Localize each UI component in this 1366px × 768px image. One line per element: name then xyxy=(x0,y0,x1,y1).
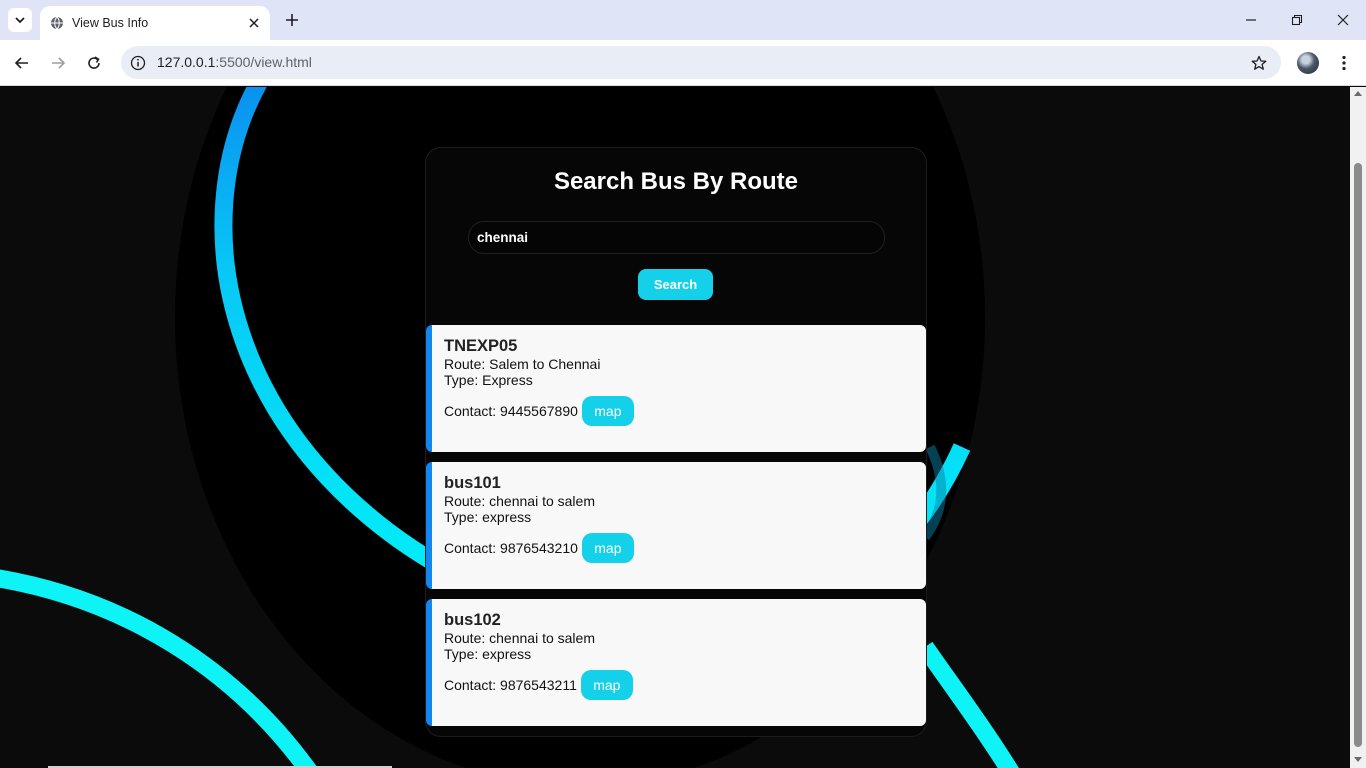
map-button[interactable]: map xyxy=(580,670,633,700)
browser-tab-active[interactable]: View Bus Info xyxy=(40,6,270,40)
bus-result-card: bus102 Route: chennai to salem Type: exp… xyxy=(426,599,926,726)
new-tab-button[interactable] xyxy=(282,10,302,30)
bus-contact: Contact: 9876543211 xyxy=(444,677,577,693)
map-button[interactable]: map xyxy=(581,533,634,563)
bus-contact: Contact: 9445567890 xyxy=(444,403,578,419)
plus-icon xyxy=(286,14,298,26)
bus-route: Route: chennai to salem xyxy=(444,493,595,509)
bus-id: TNEXP05 xyxy=(444,337,518,355)
globe-icon xyxy=(51,16,63,30)
url-host: 127.0.0.1 xyxy=(157,54,216,70)
route-search-input[interactable] xyxy=(468,221,885,254)
bus-result-card: TNEXP05 Route: Salem to Chennai Type: Ex… xyxy=(426,325,926,452)
window-close-button[interactable] xyxy=(1331,8,1355,32)
browser-toolbar: 127.0.0.1:5500/view.html xyxy=(0,40,1366,86)
close-icon xyxy=(249,18,259,28)
bus-type: Type: express xyxy=(444,509,532,525)
page-viewport: Search Bus By Route Search TNEXP05 Route… xyxy=(0,87,1350,768)
contact-row: Contact: 9876543211 map xyxy=(444,670,633,700)
url-path: :5500/view.html xyxy=(215,54,312,70)
more-vert-icon xyxy=(1342,55,1346,71)
bus-type: Type: Express xyxy=(444,372,533,388)
restore-icon xyxy=(1291,14,1303,26)
back-button[interactable] xyxy=(10,51,34,75)
bookmark-star-icon[interactable] xyxy=(1249,53,1269,73)
scroll-down-arrow-icon[interactable] xyxy=(1354,757,1362,762)
contact-row: Contact: 9876543210 map xyxy=(444,533,634,563)
bus-contact: Contact: 9876543210 xyxy=(444,540,578,556)
restore-button[interactable] xyxy=(1285,8,1309,32)
arrow-right-icon xyxy=(52,57,66,69)
tab-title: View Bus Info xyxy=(72,16,149,30)
close-icon xyxy=(1337,14,1349,26)
bus-result-card: bus101 Route: chennai to salem Type: exp… xyxy=(426,462,926,589)
page-scrollbar[interactable] xyxy=(1350,87,1366,768)
map-button[interactable]: map xyxy=(581,396,634,426)
bus-type: Type: express xyxy=(444,646,532,662)
tab-close-button[interactable] xyxy=(246,15,262,31)
bus-id: bus101 xyxy=(444,474,501,492)
url-text: 127.0.0.1:5500/view.html xyxy=(157,54,312,70)
site-info-icon[interactable] xyxy=(129,54,147,72)
bus-id: bus102 xyxy=(444,611,501,629)
browser-menu-button[interactable] xyxy=(1334,51,1354,75)
scroll-up-arrow-icon[interactable] xyxy=(1354,91,1362,96)
search-button[interactable]: Search xyxy=(638,269,713,300)
forward-button[interactable] xyxy=(46,51,70,75)
tab-search-button[interactable] xyxy=(8,8,32,32)
scrollbar-thumb[interactable] xyxy=(1354,163,1362,747)
tab-strip: View Bus Info xyxy=(0,0,1366,40)
page-title: Search Bus By Route xyxy=(553,168,799,195)
profile-avatar[interactable] xyxy=(1297,52,1319,74)
minimize-button[interactable] xyxy=(1239,8,1263,32)
contact-row: Contact: 9445567890 map xyxy=(444,396,634,426)
address-bar[interactable]: 127.0.0.1:5500/view.html xyxy=(121,46,1281,79)
reload-icon xyxy=(88,56,100,69)
arrow-left-icon xyxy=(14,57,28,69)
reload-button[interactable] xyxy=(82,51,106,75)
search-panel: Search Bus By Route Search TNEXP05 Route… xyxy=(425,147,927,737)
chevron-down-icon xyxy=(15,17,25,24)
bus-route: Route: chennai to salem xyxy=(444,630,595,646)
minimize-icon xyxy=(1246,19,1256,21)
bus-route: Route: Salem to Chennai xyxy=(444,356,601,372)
